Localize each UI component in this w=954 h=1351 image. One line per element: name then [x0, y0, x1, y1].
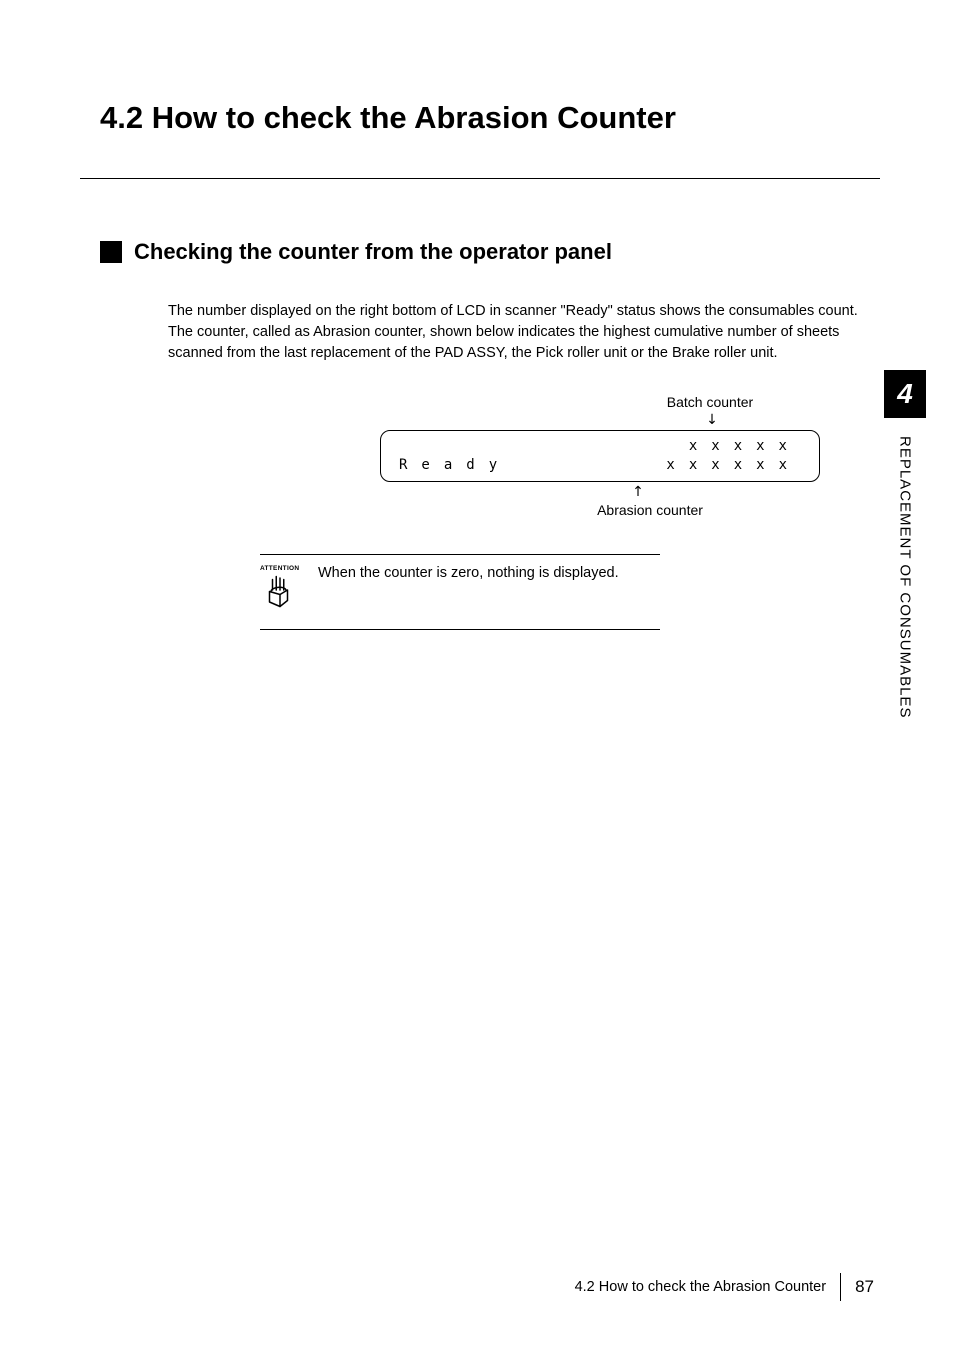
attention-block: ATTENTION When the counter is zero, noth… [260, 554, 660, 630]
lcd-frame: xxxxx Ready xxxxxx [380, 430, 820, 482]
page-footer: 4.2 How to check the Abrasion Counter 87 [575, 1273, 874, 1301]
attention-label: ATTENTION [260, 565, 306, 572]
lcd-row-2: Ready xxxxxx [399, 456, 801, 475]
lcd-ready-text: Ready [399, 456, 511, 475]
subsection-heading: Checking the counter from the operator p… [134, 239, 612, 265]
abrasion-counter-label: Abrasion counter [580, 502, 720, 518]
chapter-number-box: 4 [884, 370, 926, 418]
up-arrow-icon: ↑ [628, 484, 648, 500]
attention-bottom-rule [260, 629, 660, 630]
body-paragraph: The number displayed on the right bottom… [168, 301, 858, 364]
footer-section-ref: 4.2 How to check the Abrasion Counter [575, 1279, 826, 1295]
batch-counter-label: Batch counter [640, 394, 780, 410]
title-rule [80, 178, 880, 179]
lcd-row1-right: xxxxx [689, 437, 801, 456]
lcd-row2-right: xxxxxx [666, 456, 801, 475]
main-title: 4.2 How to check the Abrasion Counter [100, 100, 874, 136]
chapter-side-tab: 4 REPLACEMENT OF CONSUMABLES [884, 370, 926, 718]
square-bullet-icon [100, 241, 122, 263]
attention-hand-icon: ATTENTION [260, 565, 306, 611]
footer-page-number: 87 [855, 1277, 874, 1297]
attention-text: When the counter is zero, nothing is dis… [318, 563, 619, 583]
lcd-row-1: xxxxx [399, 437, 801, 456]
down-arrow-icon: ↓ [702, 412, 722, 428]
subsection-heading-row: Checking the counter from the operator p… [100, 239, 874, 265]
lcd-diagram: Batch counter ↓ xxxxx Ready xxxxxx ↑ Abr… [380, 394, 874, 518]
attention-inner: ATTENTION When the counter is zero, noth… [260, 555, 660, 629]
footer-separator [840, 1273, 841, 1301]
document-page: 4.2 How to check the Abrasion Counter Ch… [0, 0, 954, 1351]
chapter-title-vertical: REPLACEMENT OF CONSUMABLES [897, 436, 914, 718]
